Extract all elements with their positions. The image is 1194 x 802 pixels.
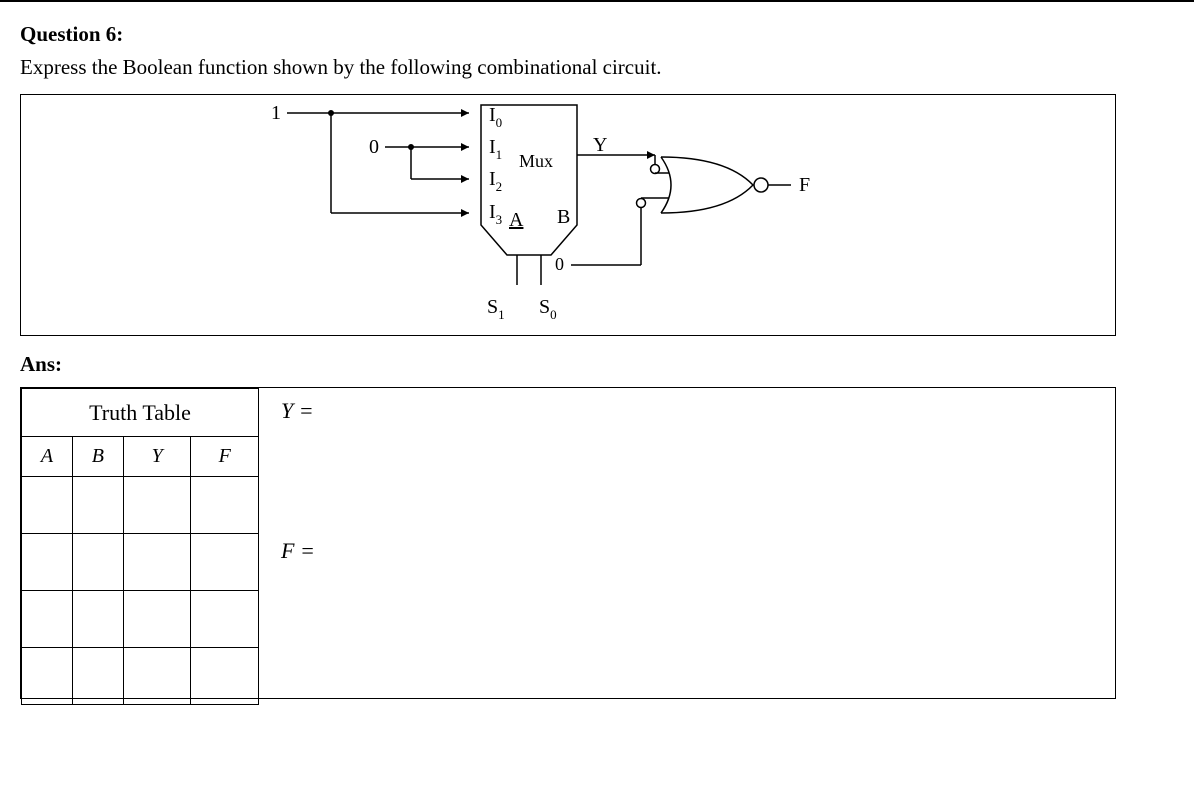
col-Y: Y	[123, 437, 191, 477]
table-row	[22, 648, 259, 705]
circuit-svg: I0 I1 I2 I3 A Mux B Y 1 0	[21, 95, 1115, 335]
svg-text:I0: I0	[489, 104, 502, 130]
col-B: B	[72, 437, 123, 477]
svg-text:I1: I1	[489, 136, 502, 162]
svg-text:Mux: Mux	[519, 151, 553, 171]
svg-text:A: A	[509, 209, 524, 231]
truth-table: Truth Table A B Y F	[21, 388, 259, 705]
svg-text:0: 0	[369, 136, 379, 158]
svg-text:S1: S1	[487, 296, 505, 322]
svg-text:B: B	[557, 206, 570, 228]
Y-equation-label: Y =	[281, 398, 314, 424]
svg-text:1: 1	[271, 102, 281, 124]
table-row	[22, 591, 259, 648]
answer-area: Truth Table A B Y F Y = F =	[20, 387, 1116, 699]
page: Question 6: Express the Boolean function…	[0, 0, 1194, 802]
answer-label: Ans:	[20, 352, 1174, 377]
svg-text:F: F	[799, 174, 810, 196]
table-row	[22, 477, 259, 534]
F-equation-label: F =	[281, 538, 315, 564]
svg-text:I3: I3	[489, 201, 502, 227]
col-A: A	[22, 437, 73, 477]
svg-text:I2: I2	[489, 168, 502, 194]
svg-text:0: 0	[555, 254, 564, 274]
circuit-diagram: I0 I1 I2 I3 A Mux B Y 1 0	[20, 94, 1116, 336]
table-row	[22, 534, 259, 591]
svg-text:Y: Y	[593, 134, 607, 156]
svg-text:S0: S0	[539, 296, 557, 322]
col-F: F	[191, 437, 259, 477]
truth-table-title: Truth Table	[22, 389, 259, 437]
question-title: Question 6:	[20, 22, 1174, 47]
question-prompt: Express the Boolean function shown by th…	[20, 55, 1174, 80]
